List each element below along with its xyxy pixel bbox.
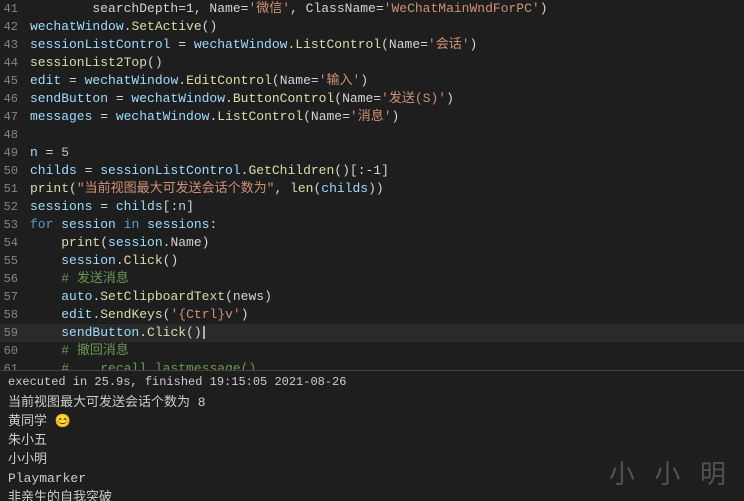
- line-content: auto.SetClipboardText(news): [30, 288, 272, 306]
- line-number: 58: [0, 306, 30, 324]
- line-number: 56: [0, 270, 30, 288]
- line-content: edit = wechatWindow.EditControl(Name='输入…: [30, 72, 368, 90]
- code-lines-container: 41 searchDepth=1, Name='微信', ClassName='…: [0, 0, 744, 370]
- line-content: sessionListControl = wechatWindow.ListCo…: [30, 36, 477, 54]
- output-line: 朱小五: [8, 431, 736, 450]
- code-line: 51print("当前视图最大可发送会话个数为", len(childs)): [0, 180, 744, 198]
- line-content: print(session.Name): [30, 234, 209, 252]
- output-line: Playmarker: [8, 469, 736, 488]
- output-area: executed in 25.9s, finished 19:15:05 202…: [0, 370, 744, 501]
- code-line: 48: [0, 126, 744, 144]
- line-content: childs = sessionListControl.GetChildren(…: [30, 162, 389, 180]
- line-number: 41: [0, 0, 30, 18]
- output-line: 黄同学 😊: [8, 412, 736, 431]
- line-number: 43: [0, 36, 30, 54]
- line-content: for session in sessions:: [30, 216, 217, 234]
- code-line: 46sendButton = wechatWindow.ButtonContro…: [0, 90, 744, 108]
- line-number: 49: [0, 144, 30, 162]
- line-content: print("当前视图最大可发送会话个数为", len(childs)): [30, 180, 384, 198]
- code-line: 43sessionListControl = wechatWindow.List…: [0, 36, 744, 54]
- line-number: 52: [0, 198, 30, 216]
- line-number: 59: [0, 324, 30, 342]
- line-number: 51: [0, 180, 30, 198]
- code-line: 47messages = wechatWindow.ListControl(Na…: [0, 108, 744, 126]
- output-lines-container: 当前视图最大可发送会话个数为 8黄同学 😊朱小五小小明Playmarker非亲生…: [8, 393, 736, 501]
- output-line: 小小明: [8, 450, 736, 469]
- line-number: 55: [0, 252, 30, 270]
- code-editor: 41 searchDepth=1, Name='微信', ClassName='…: [0, 0, 744, 370]
- code-line: 60 # 撤回消息: [0, 342, 744, 360]
- line-content: wechatWindow.SetActive(): [30, 18, 217, 36]
- line-content: messages = wechatWindow.ListControl(Name…: [30, 108, 399, 126]
- code-line: 45edit = wechatWindow.EditControl(Name='…: [0, 72, 744, 90]
- line-content: n = 5: [30, 144, 69, 162]
- code-line: 58 edit.SendKeys('{Ctrl}v'): [0, 306, 744, 324]
- line-number: 48: [0, 126, 30, 144]
- line-number: 61: [0, 360, 30, 370]
- line-number: 45: [0, 72, 30, 90]
- code-line: 57 auto.SetClipboardText(news): [0, 288, 744, 306]
- code-line: 49n = 5: [0, 144, 744, 162]
- line-content: sendButton.Click(): [30, 324, 205, 342]
- line-content: # 撤回消息: [30, 342, 129, 360]
- code-line: 53for session in sessions:: [0, 216, 744, 234]
- line-number: 54: [0, 234, 30, 252]
- code-line: 54 print(session.Name): [0, 234, 744, 252]
- code-line: 41 searchDepth=1, Name='微信', ClassName='…: [0, 0, 744, 18]
- line-content: sendButton = wechatWindow.ButtonControl(…: [30, 90, 454, 108]
- code-line: 55 session.Click(): [0, 252, 744, 270]
- line-number: 42: [0, 18, 30, 36]
- output-line: 非亲生的自我突破: [8, 488, 736, 501]
- line-content: # recall_lastmessage(): [30, 360, 256, 370]
- code-line: 50childs = sessionListControl.GetChildre…: [0, 162, 744, 180]
- line-number: 50: [0, 162, 30, 180]
- code-line: 59 sendButton.Click(): [0, 324, 744, 342]
- line-number: 60: [0, 342, 30, 360]
- line-content: # 发送消息: [30, 270, 129, 288]
- line-content: sessionList2Top(): [30, 54, 163, 72]
- code-line: 42wechatWindow.SetActive(): [0, 18, 744, 36]
- line-content: searchDepth=1, Name='微信', ClassName='WeC…: [30, 0, 548, 18]
- code-line: 44sessionList2Top(): [0, 54, 744, 72]
- line-number: 53: [0, 216, 30, 234]
- line-content: edit.SendKeys('{Ctrl}v'): [30, 306, 249, 324]
- line-number: 57: [0, 288, 30, 306]
- execution-status: executed in 25.9s, finished 19:15:05 202…: [8, 375, 736, 389]
- line-content: sessions = childs[:n]: [30, 198, 194, 216]
- output-line: 当前视图最大可发送会话个数为 8: [8, 393, 736, 412]
- code-line: 56 # 发送消息: [0, 270, 744, 288]
- line-number: 47: [0, 108, 30, 126]
- code-line: 61 # recall_lastmessage(): [0, 360, 744, 370]
- line-number: 46: [0, 90, 30, 108]
- line-number: 44: [0, 54, 30, 72]
- line-content: session.Click(): [30, 252, 178, 270]
- code-line: 52sessions = childs[:n]: [0, 198, 744, 216]
